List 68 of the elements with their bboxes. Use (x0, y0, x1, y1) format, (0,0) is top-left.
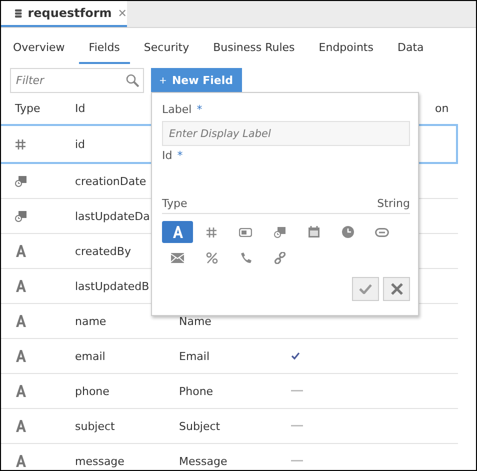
table-cell: id (75, 138, 86, 150)
label-input[interactable]: Enter Display Label (162, 121, 410, 146)
table-cell: Email (179, 350, 210, 362)
table-row[interactable]: phone Phone (1, 374, 458, 409)
table-row[interactable]: message Message (1, 444, 458, 470)
letter-a-icon (172, 226, 184, 238)
table-row[interactable]: subject Subject (1, 409, 458, 444)
table-cell: lastUpdatedB (75, 280, 150, 292)
table-cell: name (75, 314, 106, 328)
table-cell: phone (75, 384, 110, 398)
column-header: Id (75, 102, 86, 115)
percent-icon (206, 252, 218, 264)
letter-a-icon (15, 385, 27, 397)
tab[interactable]: Overview (3, 41, 75, 64)
table-cell: message (75, 454, 124, 468)
checkmark-icon (359, 284, 372, 294)
table-cell: subject (75, 420, 115, 432)
toggle-icon (239, 228, 252, 236)
table-cell: email (75, 350, 106, 362)
letter-a-icon (15, 350, 27, 362)
letter-a-icon (15, 245, 27, 257)
tab[interactable]: Data (387, 41, 434, 64)
letter-a-icon (15, 315, 27, 327)
calendar-icon (308, 226, 320, 238)
letter-a-icon (15, 455, 27, 467)
table-cell: lastUpdateDa (75, 210, 150, 222)
editor-tab[interactable]: requestform ✕ (1, 1, 127, 27)
tab[interactable]: Fields (78, 41, 130, 64)
field-label: Id (162, 149, 172, 164)
table-row[interactable]: email Email (1, 339, 458, 374)
calendar-clock-icon (15, 175, 27, 187)
database-icon (15, 8, 22, 18)
close-icon (390, 283, 402, 295)
table-cell: Phone (179, 384, 214, 398)
column-header: Type (15, 102, 40, 115)
field-label: Label (162, 103, 192, 118)
table-cell: Name (179, 314, 212, 328)
editor-tab-title: requestform (28, 6, 112, 20)
required-mark: * (196, 103, 202, 118)
filter-field[interactable]: Filter (10, 68, 144, 93)
tab[interactable]: Business Rules (203, 41, 305, 64)
calendar-clock-icon (274, 226, 286, 238)
phone-icon (240, 252, 252, 264)
cancel-button[interactable] (383, 277, 410, 301)
hash-icon (206, 226, 217, 238)
tab[interactable]: Endpoints (308, 41, 384, 64)
required-mark: * (177, 149, 183, 164)
plus-icon (160, 75, 166, 86)
chain-icon (274, 252, 286, 264)
table-cell: createdBy (75, 244, 131, 258)
link-icon (374, 228, 388, 236)
letter-a-icon (15, 420, 27, 432)
confirm-button[interactable] (352, 277, 379, 301)
type-value: String (377, 197, 410, 210)
table-cell: creationDate (75, 174, 146, 188)
letter-a-icon (15, 280, 27, 292)
table-cell: Message (179, 454, 228, 468)
search-icon (126, 74, 139, 87)
envelope-icon (171, 253, 184, 263)
calendar-clock-icon (15, 210, 27, 222)
type-option[interactable] (162, 221, 193, 243)
hash-icon (15, 138, 26, 150)
column-header: on (435, 102, 449, 115)
table-cell: Subject (179, 420, 220, 432)
clock-icon (342, 226, 354, 238)
tab[interactable]: Security (134, 41, 200, 64)
type-label: Type (162, 197, 188, 210)
close-icon[interactable]: ✕ (118, 6, 127, 20)
